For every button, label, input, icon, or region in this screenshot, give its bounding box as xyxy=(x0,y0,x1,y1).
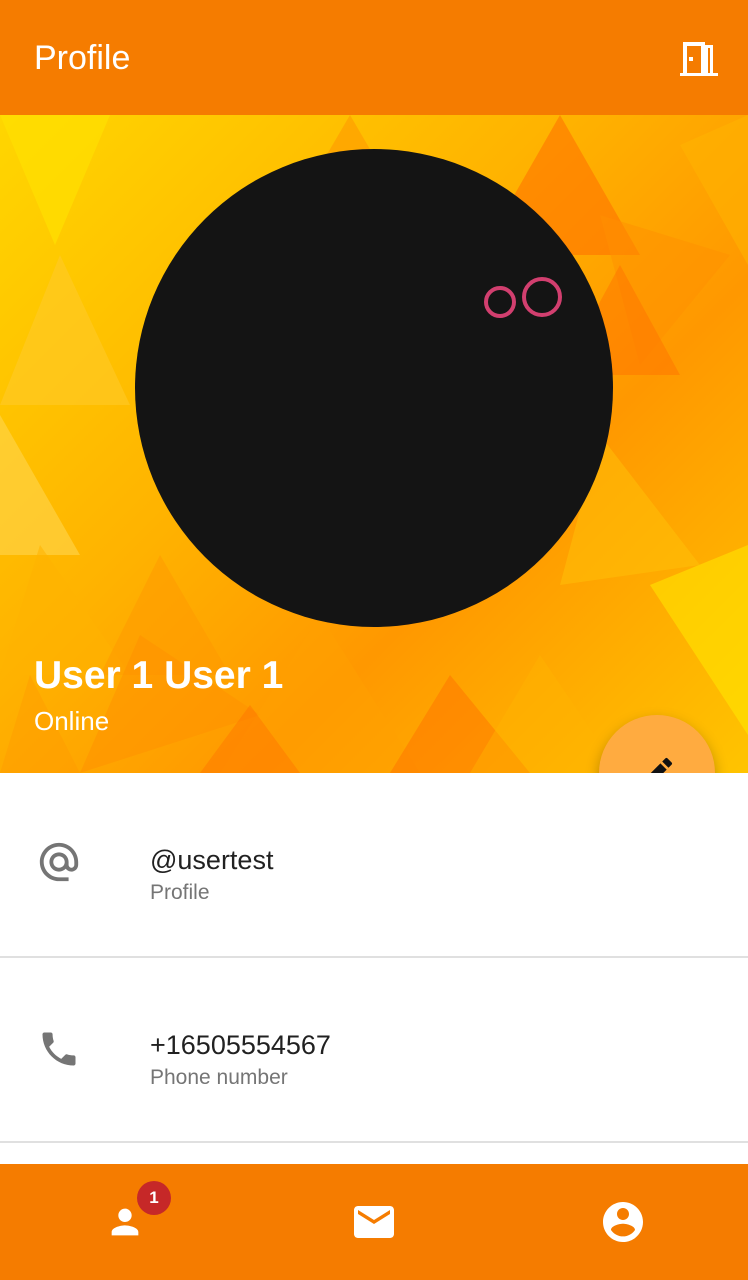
nav-account[interactable] xyxy=(498,1164,747,1280)
notification-badge: 1 xyxy=(137,1181,171,1215)
user-name: User 1 User 1 xyxy=(34,654,284,697)
list-item-username[interactable]: @usertest Profile xyxy=(0,773,748,958)
phone-value: +16505554567 xyxy=(150,1030,331,1060)
profile-screen: Profile User 1 User 1 Online @usertest P… xyxy=(0,0,748,1280)
exit-door-icon[interactable] xyxy=(672,33,724,85)
nav-messages[interactable] xyxy=(249,1164,498,1280)
phone-icon xyxy=(36,1026,82,1072)
app-bar: Profile xyxy=(0,0,748,115)
nav-contacts[interactable] xyxy=(0,1164,249,1280)
phone-label: Phone number xyxy=(150,1066,288,1089)
page-title: Profile xyxy=(34,39,131,77)
avatar[interactable] xyxy=(135,149,613,627)
contacts-icon xyxy=(111,1208,138,1236)
profile-header: User 1 User 1 Online xyxy=(0,115,748,773)
username-label: Profile xyxy=(150,881,210,904)
mail-icon xyxy=(353,1206,394,1238)
bottom-navigation xyxy=(0,1164,748,1280)
username-value: @usertest xyxy=(150,845,274,875)
at-sign-icon xyxy=(36,839,82,885)
avatar-rings-graphic xyxy=(484,277,562,318)
list-item-phone[interactable]: +16505554567 Phone number xyxy=(0,958,748,1143)
account-circle-icon xyxy=(602,1202,643,1242)
user-status: Online xyxy=(34,706,110,736)
